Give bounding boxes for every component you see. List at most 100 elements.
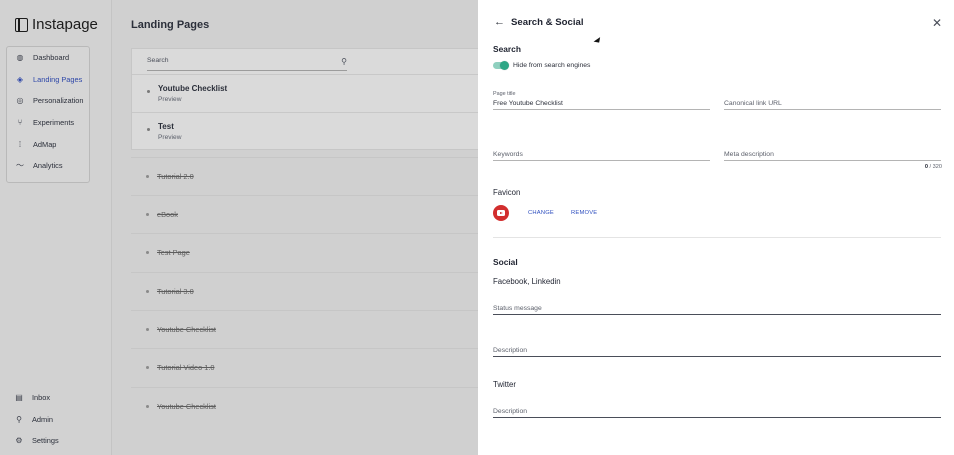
search-placeholder: Search bbox=[147, 57, 169, 64]
archived-item[interactable]: Youtube Checklist bbox=[131, 310, 478, 348]
page-name: Test bbox=[158, 122, 174, 131]
sidebar-item-label: Inbox bbox=[32, 393, 51, 403]
page-title: Landing Pages bbox=[131, 19, 210, 31]
target-icon: ◎ bbox=[16, 96, 24, 106]
sidebar-item-landing-pages[interactable]: ◈ Landing Pages bbox=[7, 69, 89, 91]
meta-description-input[interactable] bbox=[724, 151, 941, 158]
drawer-title: Search & Social bbox=[511, 16, 584, 28]
archived-page-name: Test Page bbox=[157, 248, 190, 257]
meta-count: 0 bbox=[924, 164, 928, 170]
bullet bbox=[146, 328, 149, 331]
hide-from-search-toggle[interactable] bbox=[493, 60, 509, 70]
app-logo[interactable]: Instapage bbox=[15, 16, 98, 33]
archived-page-name: eBook bbox=[157, 210, 178, 219]
bullet bbox=[147, 128, 150, 131]
canonical-url-input[interactable] bbox=[724, 100, 941, 107]
page-title-value: Free Youtube Checklist bbox=[493, 100, 563, 107]
favicon-heading: Favicon bbox=[493, 188, 521, 197]
search-icon[interactable]: ⚲ bbox=[341, 57, 347, 66]
sidebar-item-admap[interactable]: ⁞ AdMap bbox=[7, 133, 89, 155]
main-nav: ◍ Dashboard ◈ Landing Pages ◎ Personaliz… bbox=[6, 46, 90, 183]
sidebar-item-inbox[interactable]: ▤ Inbox bbox=[6, 387, 106, 409]
mouse-cursor-icon bbox=[593, 37, 603, 45]
bullet bbox=[146, 366, 149, 369]
archived-item[interactable]: Youtube Checklist bbox=[131, 387, 478, 425]
page-preview-link[interactable]: Preview bbox=[158, 96, 181, 103]
twitter-description-field[interactable] bbox=[493, 404, 941, 418]
list-item[interactable]: Test Preview bbox=[132, 112, 479, 150]
back-arrow-icon[interactable]: ← bbox=[494, 16, 505, 28]
sidebar-item-analytics[interactable]: 〜 Analytics bbox=[7, 155, 89, 177]
remove-favicon-button[interactable]: REMOVE bbox=[571, 210, 597, 216]
page-title-field[interactable]: Page title Free Youtube Checklist bbox=[493, 89, 710, 110]
sidebar-item-settings[interactable]: ⚙ Settings bbox=[6, 430, 106, 452]
gear-icon: ⚙ bbox=[15, 436, 23, 446]
sidebar-item-experiments[interactable]: ⑂ Experiments bbox=[7, 112, 89, 134]
main-content: Landing Pages Search ⚲ Youtube Checklist… bbox=[112, 0, 479, 455]
list-item[interactable]: Youtube Checklist Preview bbox=[132, 74, 479, 112]
twitter-description-input[interactable] bbox=[493, 408, 941, 415]
youtube-favicon-icon bbox=[493, 205, 509, 221]
user-icon: ⚲ bbox=[16, 414, 22, 424]
twitter-heading: Twitter bbox=[493, 380, 516, 389]
bullet bbox=[146, 175, 149, 178]
search-input[interactable]: Search ⚲ bbox=[147, 57, 347, 71]
sidebar-item-personalization[interactable]: ◎ Personalization bbox=[7, 90, 89, 112]
drawer-header: ← Search & Social bbox=[494, 16, 584, 28]
facebook-linkedin-heading: Facebook, Linkedin bbox=[493, 277, 561, 286]
social-heading: Social bbox=[493, 257, 518, 267]
sidebar-item-admin[interactable]: ⚲ Admin bbox=[6, 409, 106, 431]
change-favicon-button[interactable]: CHANGE bbox=[528, 210, 554, 216]
divider bbox=[493, 237, 941, 238]
sidebar-item-label: Landing Pages bbox=[33, 74, 83, 84]
fb-description-field[interactable] bbox=[493, 343, 941, 357]
page-title-label: Page title bbox=[493, 91, 516, 97]
trend-icon: 〜 bbox=[16, 161, 24, 171]
bullet bbox=[146, 251, 149, 254]
play-icon bbox=[497, 210, 505, 216]
bottom-nav: ▤ Inbox ⚲ Admin ⚙ Settings bbox=[6, 387, 106, 452]
bullet bbox=[146, 290, 149, 293]
sidebar-item-label: Dashboard bbox=[33, 53, 70, 63]
sidebar-item-label: AdMap bbox=[33, 139, 57, 149]
sidebar-item-label: Admin bbox=[32, 414, 53, 424]
archived-item[interactable]: Tutorial 2.0 bbox=[131, 157, 478, 195]
inbox-icon: ▤ bbox=[15, 393, 23, 403]
hide-from-search-toggle-row[interactable]: Hide from search engines bbox=[493, 60, 591, 70]
status-message-input[interactable] bbox=[493, 305, 941, 312]
instapage-logo-icon bbox=[15, 17, 28, 32]
archived-page-name: Youtube Checklist bbox=[157, 325, 216, 334]
archived-page-name: Tutorial 2.0 bbox=[157, 172, 194, 181]
sidebar-item-label: Personalization bbox=[33, 96, 84, 106]
globe-icon: ◍ bbox=[16, 53, 24, 63]
search-heading: Search bbox=[493, 44, 521, 54]
sidebar-item-label: Settings bbox=[32, 436, 59, 446]
fb-description-input[interactable] bbox=[493, 347, 941, 354]
toggle-label: Hide from search engines bbox=[513, 62, 591, 69]
status-message-field[interactable] bbox=[493, 301, 941, 315]
canonical-url-field[interactable] bbox=[724, 96, 941, 110]
sidebar-item-label: Experiments bbox=[33, 118, 75, 128]
sidebar: Instapage ◍ Dashboard ◈ Landing Pages ◎ … bbox=[0, 0, 112, 455]
sidebar-item-dashboard[interactable]: ◍ Dashboard bbox=[7, 47, 89, 69]
archived-item[interactable]: eBook bbox=[131, 195, 478, 233]
sidebar-item-label: Analytics bbox=[33, 161, 63, 171]
archived-page-name: Tutorial Video 1.0 bbox=[157, 363, 215, 372]
keywords-input[interactable] bbox=[493, 151, 710, 158]
archived-item[interactable]: Tutorial 3.0 bbox=[131, 272, 478, 310]
meta-char-counter: 0 / 320 bbox=[925, 164, 942, 170]
page-name: Youtube Checklist bbox=[158, 84, 228, 93]
meta-description-field[interactable] bbox=[724, 147, 941, 161]
admap-icon: ⁞ bbox=[18, 139, 22, 149]
search-social-drawer: ← Search & Social ✕ Search Hide from sea… bbox=[478, 0, 954, 455]
archived-item[interactable]: Test Page bbox=[131, 233, 478, 271]
layers-icon: ◈ bbox=[16, 74, 24, 84]
keywords-field[interactable] bbox=[493, 147, 710, 161]
archived-item[interactable]: Tutorial Video 1.0 bbox=[131, 348, 478, 386]
app-name: Instapage bbox=[32, 16, 98, 33]
page-preview-link[interactable]: Preview bbox=[158, 134, 181, 141]
meta-max: / 320 bbox=[929, 164, 942, 170]
bullet bbox=[147, 90, 150, 93]
close-icon[interactable]: ✕ bbox=[932, 16, 942, 30]
archived-page-name: Youtube Checklist bbox=[157, 402, 216, 411]
